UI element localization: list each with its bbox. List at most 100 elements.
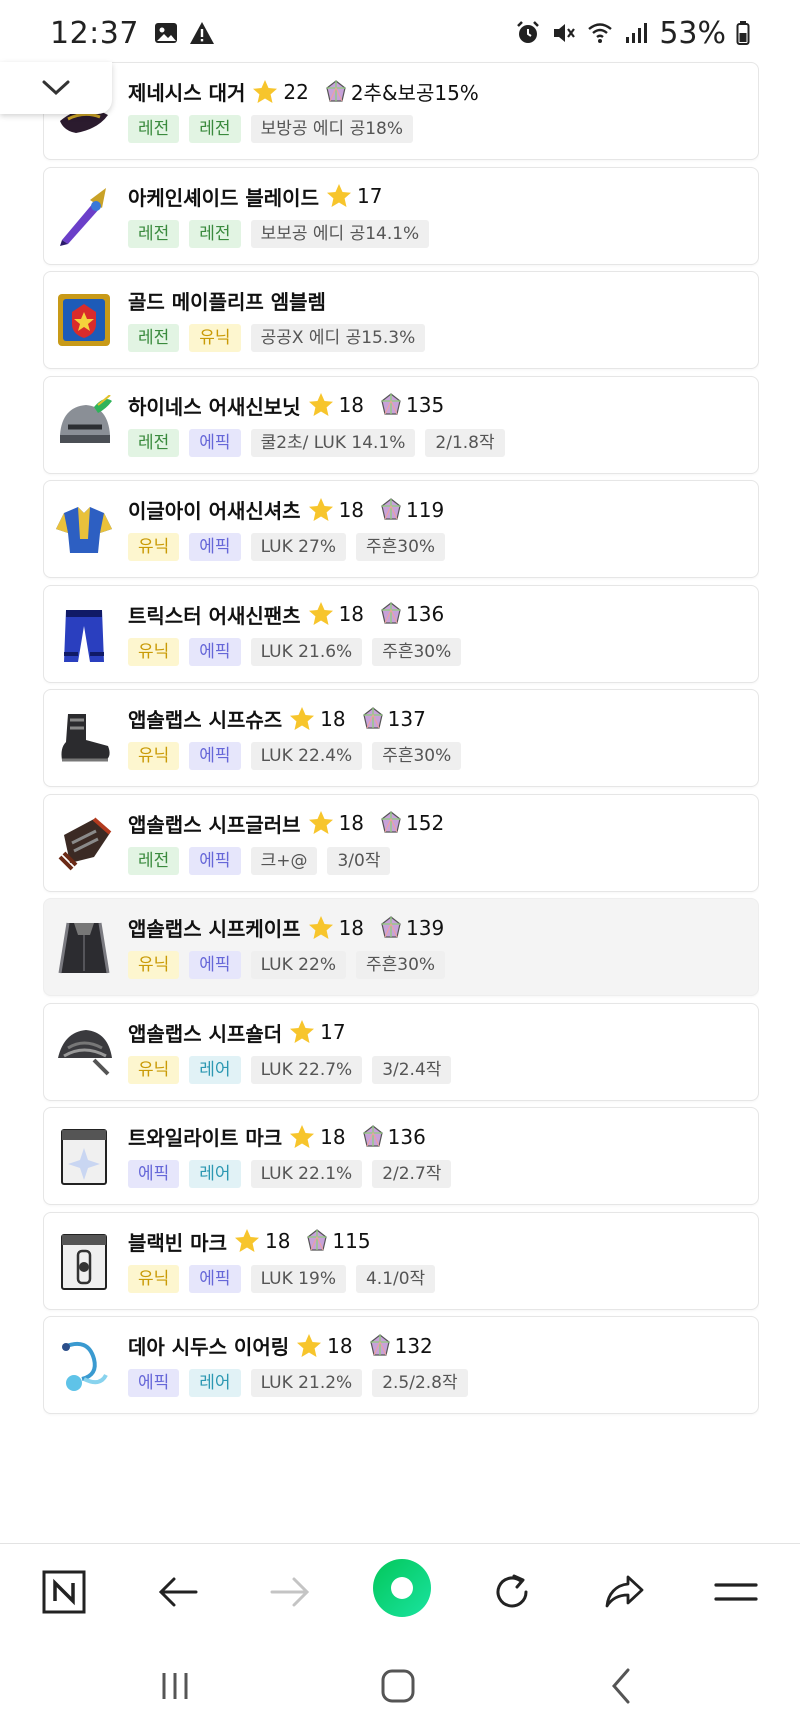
item-tags: 유닉 에픽 LUK 21.6% 주흔30% [128, 637, 462, 666]
item-tags: 레전 레전 보보공 에디 공14.1% [128, 219, 430, 248]
item-tag-text: LUK 22.4% [250, 742, 363, 770]
item-tag-text: LUK 27% [250, 533, 346, 561]
item-card[interactable]: 아케인셰이드 블레이드 17 레전 레전 보보공 에디 공14.1% [43, 166, 759, 265]
item-card[interactable]: 골드 메이플리프 엠블렘 레전 유닉 공공X 에디 공15.3% [43, 271, 759, 369]
item-card[interactable]: 앱솔랩스 시프케이프 18 139 유닉 에픽 LUK 22% 주흔30% [43, 898, 759, 996]
item-tag-legend: 레전 [128, 846, 180, 875]
item-card[interactable]: 이글아이 어새신셔츠 18 119 유닉 에픽 LUK 27% 주흔30% [43, 480, 759, 578]
item-tag-text: LUK 22.7% [250, 1055, 363, 1084]
star-force-value: 18 [338, 497, 365, 522]
item-tag-legend: 레전 [189, 219, 241, 248]
item-tag-text: 크+@ [250, 846, 318, 875]
item-card[interactable]: 제네시스 대거 22 2추&보공15% 레전 레전 보방공 에디 공18% [43, 62, 759, 160]
item-name: 앱솔랩스 시프슈즈 [128, 708, 283, 732]
item-tag-epic: 에픽 [189, 742, 241, 770]
star-icon [308, 497, 333, 521]
item-card[interactable]: 트와일라이트 마크 18 136 에픽 레어 LUK 22.1% 2/2.7작 [43, 1107, 759, 1205]
potential-gem-icon [381, 497, 401, 520]
item-card[interactable]: 앱솔랩스 시프글러브 18 152 레전 에픽 크+@ 3/0작 [43, 793, 759, 892]
star-force-value: 22 [283, 79, 309, 104]
item-image [54, 1126, 114, 1186]
item-tags: 에픽 레어 LUK 21.2% 2.5/2.8작 [128, 1369, 468, 1397]
star-force-value: 17 [320, 1020, 346, 1044]
item-tag-text: 보방공 에디 공18% [250, 115, 413, 143]
item-tag-rare: 레어 [189, 1055, 241, 1084]
share-button[interactable] [596, 1564, 652, 1620]
blackbean-mark-icon [61, 1233, 107, 1290]
item-name: 골드 메이플리프 엠블렘 [128, 290, 326, 314]
naver-home-icon [42, 1570, 86, 1614]
item-list[interactable]: 제네시스 대거 22 2추&보공15% 레전 레전 보방공 에디 공18% 아케인셰이드 블… [43, 0, 759, 1543]
item-tag-text: 3/0작 [327, 846, 391, 875]
blade-icon [60, 187, 106, 246]
star-force-value: 17 [356, 184, 383, 208]
star-icon [290, 1020, 315, 1043]
share-icon [605, 1575, 644, 1608]
potential-gem-icon [381, 393, 401, 415]
cape-icon [58, 922, 110, 974]
item-tag-text: LUK 22.1% [250, 1160, 363, 1188]
item-image [54, 813, 114, 873]
star-icon [308, 393, 333, 416]
item-title-row: 이글아이 어새신셔츠 18 119 [128, 495, 444, 524]
potential-value: 2추&보공15% [350, 81, 479, 105]
earring-icon [62, 1342, 108, 1391]
helmet-icon [60, 393, 112, 443]
item-tag-text: LUK 21.2% [250, 1369, 363, 1397]
item-tag-legend: 레전 [128, 324, 180, 352]
naver-home-button[interactable] [36, 1564, 92, 1620]
item-tag-text: 보보공 에디 공14.1% [250, 219, 430, 248]
item-tags: 유닉 레어 LUK 22.7% 3/2.4작 [128, 1055, 452, 1084]
item-name: 아케인셰이드 블레이드 [128, 185, 319, 210]
home-icon [381, 1669, 415, 1703]
shoulder-icon [58, 1029, 112, 1075]
item-name: 블랙빈 마크 [128, 1230, 227, 1255]
item-card[interactable]: 앱솔랩스 시프슈즈 18 137 유닉 에픽 LUK 22.4% 주흔30% [43, 689, 759, 787]
item-tag-epic: 에픽 [189, 533, 241, 561]
item-tags: 레전 레전 보방공 에디 공18% [128, 115, 413, 143]
item-tag-legend: 레전 [128, 219, 180, 248]
item-title-row: 하이네스 어새신보닛 18 135 [128, 391, 444, 420]
item-tag-text: 주흔30% [372, 742, 462, 770]
forward-button[interactable] [262, 1564, 318, 1620]
item-tags: 레전 에픽 쿨2초/ LUK 14.1% 2/1.8작 [128, 428, 505, 457]
potential-value: 119 [406, 497, 445, 522]
item-card[interactable]: 하이네스 어새신보닛 18 135 레전 에픽 쿨2초/ LUK 14.1% 2/1.8작 [43, 375, 759, 474]
home-button[interactable] [368, 1661, 428, 1711]
back-button[interactable] [150, 1564, 206, 1620]
item-name: 데아 시두스 이어링 [128, 1335, 290, 1359]
item-image [54, 1231, 114, 1291]
item-tags: 레전 에픽 크+@ 3/0작 [128, 846, 391, 875]
refresh-button[interactable] [484, 1564, 540, 1620]
item-card[interactable]: 앱솔랩스 시프숄더 17 유닉 레어 LUK 22.7% 3/2.4작 [43, 1002, 759, 1101]
item-image [54, 604, 114, 664]
shirt-icon [56, 507, 112, 553]
star-icon [308, 915, 333, 939]
potential-value: 137 [387, 706, 426, 731]
item-tag-epic: 에픽 [189, 1264, 241, 1293]
item-tag-text: LUK 19% [250, 1264, 346, 1293]
star-icon [234, 1229, 259, 1252]
item-title-row: 트릭스터 어새신팬츠 18 136 [128, 600, 444, 629]
star-icon [253, 79, 278, 103]
recent-apps-button[interactable] [145, 1661, 205, 1711]
item-tag-unique: 유닉 [189, 324, 241, 352]
item-tag-unique: 유닉 [128, 1264, 180, 1293]
item-tag-unique: 유닉 [128, 637, 180, 666]
item-image [54, 1335, 114, 1395]
item-card[interactable]: 블랙빈 마크 18 115 유닉 에픽 LUK 19% 4.1/0작 [43, 1211, 759, 1310]
item-image [54, 393, 114, 455]
glove-icon [58, 816, 112, 870]
item-card[interactable]: 데아 시두스 이어링 18 132 에픽 레어 LUK 21.2% 2.5/2.8작 [43, 1316, 759, 1414]
star-force-value: 18 [338, 915, 365, 940]
item-name: 앱솔랩스 시프글러브 [128, 812, 301, 837]
back-nav-button[interactable] [592, 1661, 652, 1711]
potential-value: 115 [332, 1229, 371, 1253]
green-dot-button[interactable] [372, 1558, 432, 1618]
menu-button[interactable] [708, 1564, 764, 1620]
star-icon [297, 1333, 322, 1357]
item-tag-epic: 에픽 [189, 951, 241, 979]
collapse-button[interactable] [0, 62, 112, 114]
item-card[interactable]: 트릭스터 어새신팬츠 18 136 유닉 에픽 LUK 21.6% 주흔30% [43, 584, 759, 683]
item-tag-rare: 레어 [189, 1160, 241, 1188]
